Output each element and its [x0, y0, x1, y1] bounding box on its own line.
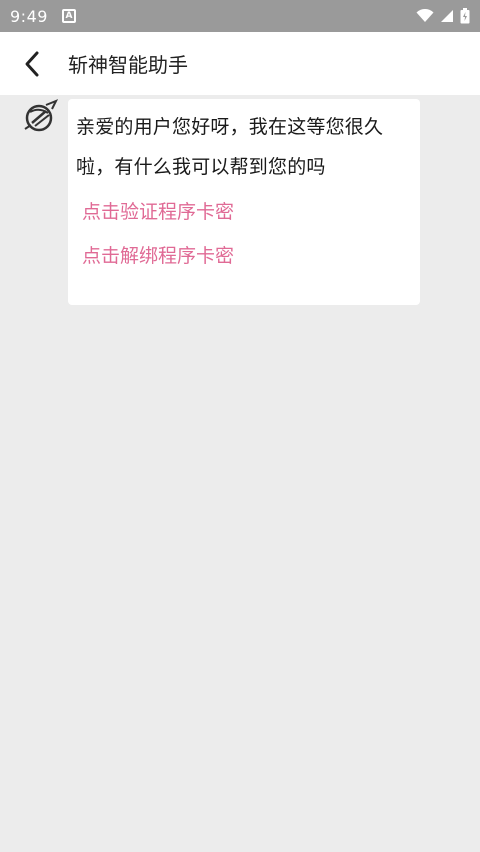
message-bubble: 亲爱的用户您好呀，我在这等您很久啦，有什么我可以帮到您的吗 点击验证程序卡密 点… — [68, 99, 420, 305]
app-bar: 斩神智能助手 — [0, 32, 480, 95]
battery-icon — [460, 8, 470, 24]
back-button[interactable] — [0, 32, 64, 95]
signal-icon — [441, 10, 453, 22]
notification-icon: A — [61, 9, 76, 23]
action-links: 点击验证程序卡密 点击解绑程序卡密 — [76, 201, 414, 267]
wifi-icon — [416, 9, 434, 22]
assistant-logo-icon — [24, 99, 59, 132]
chevron-left-icon — [25, 51, 39, 76]
page-title: 斩神智能助手 — [68, 53, 188, 77]
status-icons — [416, 8, 470, 24]
status-bar: 9:49 A — [0, 0, 480, 32]
unbind-card-key-link[interactable]: 点击解绑程序卡密 — [82, 245, 414, 267]
message-text: 亲爱的用户您好呀，我在这等您很久啦，有什么我可以帮到您的吗 — [76, 116, 384, 178]
verify-card-key-link[interactable]: 点击验证程序卡密 — [82, 201, 414, 223]
status-time: 9:49 — [10, 6, 48, 26]
assistant-avatar — [22, 99, 59, 135]
